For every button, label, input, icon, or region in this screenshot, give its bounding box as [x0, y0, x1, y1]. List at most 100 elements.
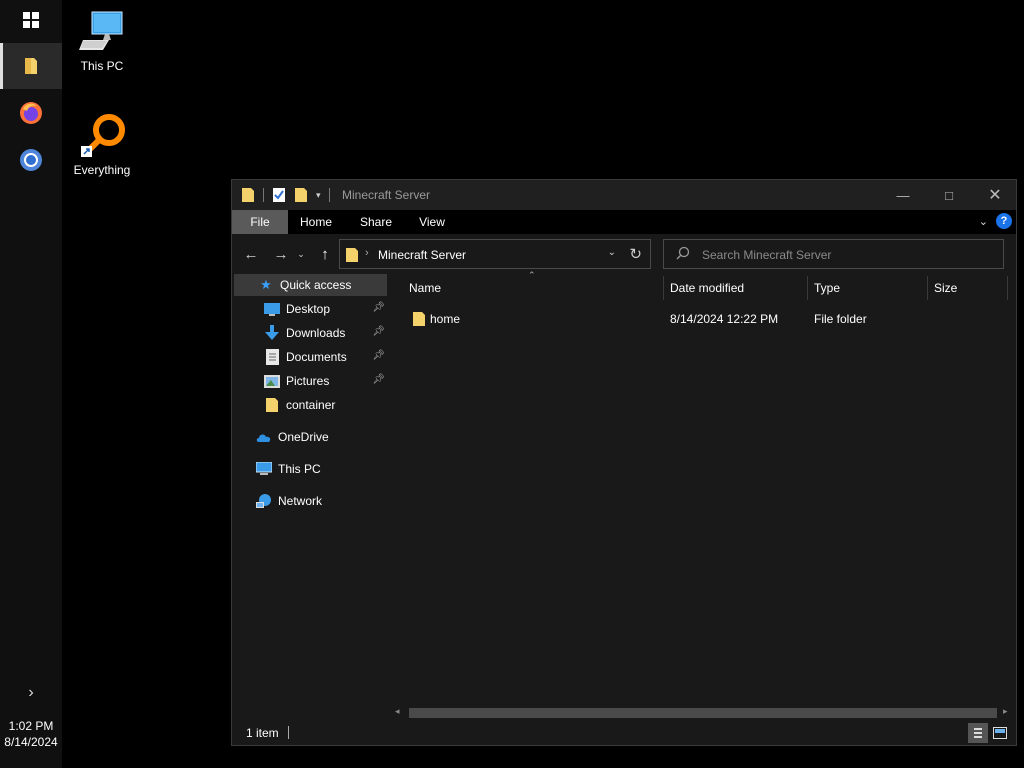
- details-view-icon: [974, 728, 982, 738]
- scroll-right-icon[interactable]: ▸: [1003, 706, 1008, 717]
- column-divider[interactable]: [663, 276, 664, 300]
- refresh-icon[interactable]: ↻: [629, 245, 642, 263]
- taskbar-chrome-button[interactable]: [0, 137, 62, 183]
- status-bar: 1 item: [232, 721, 1016, 745]
- nav-label: Downloads: [286, 326, 346, 340]
- taskbar: › 1:02 PM 8/14/2024: [0, 0, 62, 768]
- arrow-right-icon: →: [273, 245, 289, 263]
- search-input[interactable]: [702, 246, 992, 264]
- nav-label: Network: [278, 494, 323, 508]
- quick-access-toolbar: ▾: [241, 187, 330, 203]
- expand-ribbon-icon[interactable]: ⌄: [979, 215, 988, 228]
- tab-share[interactable]: Share: [352, 210, 400, 234]
- details-view-button[interactable]: [968, 723, 988, 743]
- forward-button[interactable]: →: [270, 243, 292, 265]
- file-date: 8/14/2024 12:22 PM: [670, 312, 779, 326]
- firefox-icon: [20, 102, 42, 124]
- nav-label: Documents: [286, 350, 347, 364]
- chrome-icon: [20, 149, 42, 171]
- column-divider[interactable]: [807, 276, 808, 300]
- windows-logo-icon: [23, 12, 39, 28]
- computer-icon: [79, 11, 123, 50]
- horizontal-scrollbar[interactable]: ◂ ▸: [389, 705, 1016, 721]
- customize-toolbar-icon[interactable]: ▾: [316, 190, 321, 201]
- tab-home[interactable]: Home: [294, 210, 338, 234]
- clock-date: 8/14/2024: [4, 735, 58, 749]
- chevron-right-icon: ›: [28, 684, 34, 701]
- scrollbar-thumb[interactable]: [409, 708, 997, 718]
- folder-icon: [264, 397, 280, 413]
- properties-icon[interactable]: [272, 187, 286, 203]
- network-icon: [256, 493, 272, 509]
- nav-label: Pictures: [286, 374, 330, 388]
- nav-label: OneDrive: [278, 430, 329, 444]
- file-type: File folder: [814, 312, 867, 326]
- large-icons-view-button[interactable]: [990, 723, 1010, 743]
- table-row[interactable]: home 8/14/2024 12:22 PM File folder: [403, 308, 1003, 330]
- tab-view[interactable]: View: [410, 210, 454, 234]
- navigation-bar: ← → ⌄ ↑ › Minecraft Server ⌄ ↻: [232, 234, 1016, 274]
- large-icons-view-icon: [993, 727, 1007, 739]
- tab-file[interactable]: File: [232, 210, 288, 234]
- nav-quick-access[interactable]: ★ Quick access: [234, 274, 387, 296]
- pin-icon[interactable]: 📌︎: [372, 326, 385, 337]
- title-bar[interactable]: ▾ Minecraft Server — □ ✕: [232, 180, 1016, 210]
- column-divider[interactable]: [927, 276, 928, 300]
- column-header-name[interactable]: Name: [409, 276, 659, 300]
- nav-item-pictures[interactable]: Pictures 📌︎: [234, 370, 387, 392]
- maximize-icon: □: [945, 187, 953, 203]
- close-button[interactable]: ✕: [972, 180, 1018, 210]
- show-hidden-icons-button[interactable]: ›: [0, 672, 62, 714]
- divider: [328, 188, 330, 202]
- column-header-type[interactable]: Type: [814, 276, 924, 300]
- maximize-button[interactable]: □: [926, 180, 972, 210]
- desktop-icon-label: Everything: [73, 163, 131, 177]
- folder-icon: [346, 248, 358, 262]
- start-button[interactable]: [0, 0, 62, 40]
- address-bar[interactable]: › Minecraft Server ⌄ ↻: [339, 239, 651, 269]
- column-header-size[interactable]: Size: [934, 276, 1004, 300]
- star-icon: ★: [260, 277, 272, 292]
- everything-icon: [81, 114, 125, 157]
- pin-icon[interactable]: 📌︎: [372, 302, 385, 313]
- divider: [288, 726, 289, 739]
- nav-item-documents[interactable]: Documents 📌︎: [234, 346, 387, 368]
- pictures-icon: [264, 373, 280, 389]
- navigation-pane: ★ Quick access Desktop 📌︎ Downloads 📌︎ D…: [232, 274, 389, 721]
- recent-locations-button[interactable]: ⌄: [294, 243, 308, 265]
- help-icon[interactable]: ?: [996, 213, 1012, 229]
- search-box[interactable]: [663, 239, 1004, 269]
- nav-label: This PC: [278, 462, 321, 476]
- pin-icon[interactable]: 📌︎: [372, 350, 385, 361]
- nav-item-desktop[interactable]: Desktop 📌︎: [234, 298, 387, 320]
- folder-icon: [413, 312, 425, 326]
- clock-time: 1:02 PM: [8, 719, 54, 733]
- onedrive-icon: [256, 429, 272, 445]
- up-button[interactable]: ↑: [314, 243, 336, 265]
- desktop-icon: [264, 301, 280, 317]
- chevron-right-icon: ›: [365, 247, 369, 259]
- new-folder-icon[interactable]: [294, 187, 308, 203]
- nav-item-container[interactable]: container: [234, 394, 387, 416]
- nav-this-pc[interactable]: This PC: [234, 458, 387, 480]
- taskbar-firefox-button[interactable]: [0, 90, 62, 136]
- address-dropdown-icon[interactable]: ⌄: [608, 247, 616, 258]
- pin-icon[interactable]: 📌︎: [372, 374, 385, 385]
- nav-onedrive[interactable]: OneDrive: [234, 426, 387, 448]
- back-button[interactable]: ←: [240, 243, 262, 265]
- desktop-icon-everything[interactable]: Everything: [63, 112, 141, 177]
- minimize-button[interactable]: —: [880, 180, 926, 210]
- scroll-left-icon[interactable]: ◂: [395, 706, 400, 717]
- column-divider[interactable]: [1007, 276, 1008, 300]
- ribbon-controls: ⌄ ?: [979, 213, 1012, 229]
- nav-item-downloads[interactable]: Downloads 📌︎: [234, 322, 387, 344]
- nav-network[interactable]: Network: [234, 490, 387, 512]
- nav-label: Desktop: [286, 302, 331, 316]
- nav-label: Quick access: [280, 278, 352, 292]
- column-header-date[interactable]: Date modified: [670, 276, 806, 300]
- desktop-icon-this-pc[interactable]: This PC: [63, 10, 141, 73]
- taskbar-file-explorer-button[interactable]: [0, 43, 62, 89]
- item-count: 1 item: [246, 726, 279, 740]
- taskbar-clock[interactable]: 1:02 PM 8/14/2024: [0, 718, 62, 750]
- breadcrumb[interactable]: Minecraft Server: [378, 248, 466, 262]
